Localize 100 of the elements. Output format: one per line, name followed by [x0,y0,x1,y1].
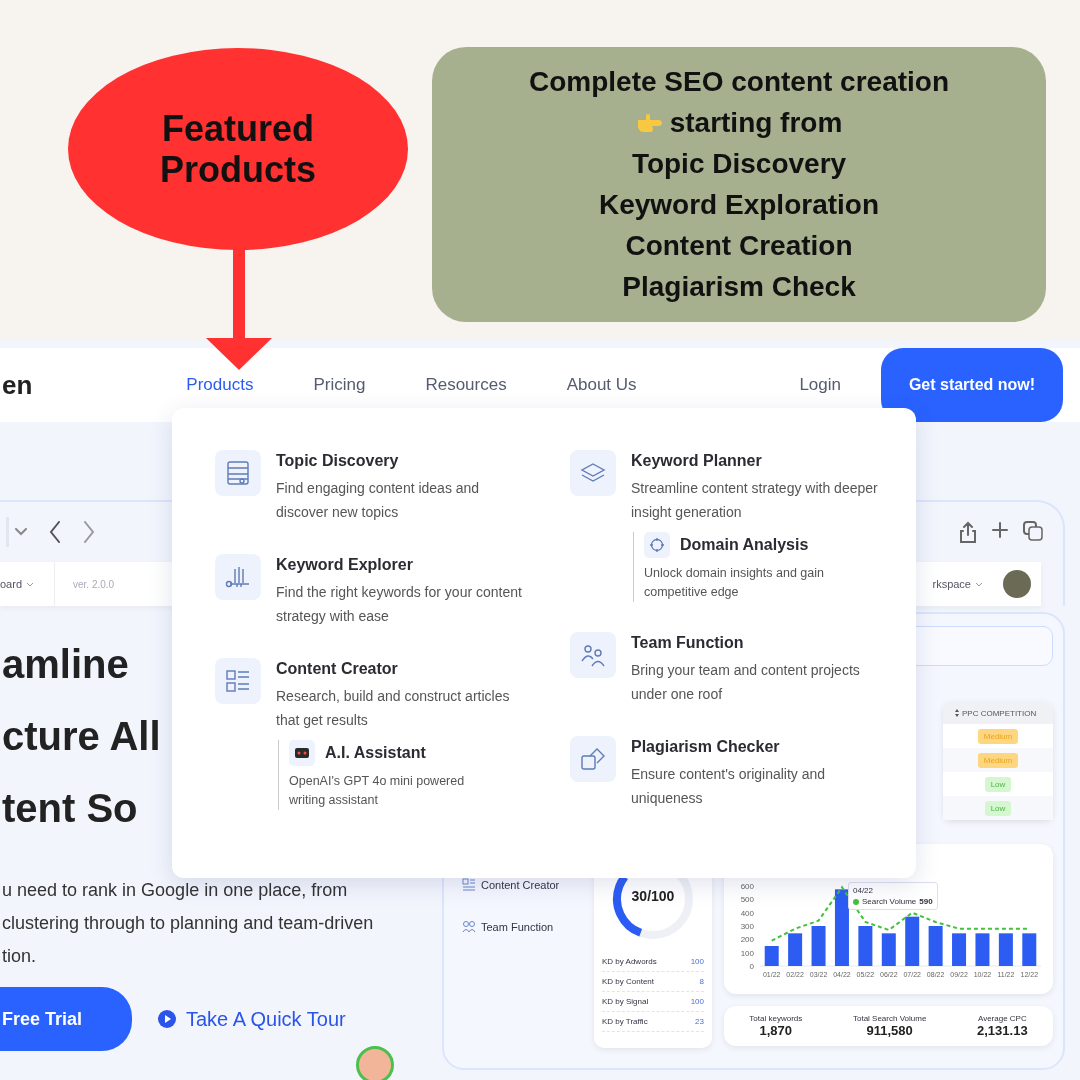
y-tick-label: 0 [749,962,754,971]
total-label: Total keywords [749,1014,803,1023]
total-label: Total Search Volume [852,1014,927,1023]
kd-label: KD by Signal [602,997,649,1006]
total-value: 2,131.13 [977,1023,1028,1038]
menu-item-title[interactable]: Plagiarism Checker [631,736,881,758]
total-label: Average CPC [977,1014,1027,1023]
note-heading: Complete SEO content creation [528,65,950,99]
nav-link[interactable]: Products [186,375,254,395]
menu-item-description: Bring your team and content projects under one roof [631,661,861,704]
hero-heading-line: cture All [1,713,161,760]
nav-link[interactable]: About Us [566,375,637,395]
forward-icon[interactable] [83,521,95,543]
sort-icon[interactable] [955,709,959,717]
menu-item-description: Find engaging content ideas and discover new topics [276,479,481,522]
competition-tag: Low [984,800,1012,816]
menu-subitem-title[interactable]: A.I. Assistant [325,742,426,764]
menu-item-description: Ensure content's originality and uniqueness [631,765,827,808]
chart-bar [811,926,826,966]
avatar-placeholder [356,1046,394,1080]
kd-label: KD by Adwords [602,957,657,966]
chart-bar [952,933,967,966]
menu-item-description: Research, build and construct articles that get results [276,687,511,730]
total-value: 911,580 [866,1023,913,1038]
tooltip-series-name: Search Volume [862,896,917,908]
table-icon [224,459,252,487]
workspace-label[interactable]: rkspace [932,578,971,590]
competition-tag: Medium [977,728,1019,744]
layout-icon [224,667,252,695]
note-step: Content Creation [625,227,853,265]
note-lead: starting from [669,106,843,140]
menu-item-title[interactable]: Topic Discovery [276,450,526,472]
hero-heading-line: tent So [1,785,138,832]
chart-bar [975,933,990,966]
hero-heading-line: amline [1,641,129,688]
menu-subitem-description: Unlock domain insights and gain competitive edge [644,565,825,601]
list-icon [462,878,476,892]
plus-icon[interactable] [991,521,1009,539]
copy-icon[interactable] [1023,521,1043,541]
chart-bar [998,933,1013,966]
menu-subitem-description: OpenAI's GPT 4o mini powered writing assistant [289,773,466,809]
login-link[interactable]: Login [799,375,841,395]
y-tick-label: 200 [740,935,754,945]
competition-tag: Medium [977,752,1019,768]
tooltip-value: 590 [919,896,933,908]
share-icon[interactable] [959,521,977,543]
kd-label: KD by Traffic [602,1017,648,1026]
team-icon [462,920,476,934]
menu-item-title[interactable]: Keyword Planner [631,450,881,472]
chart-bar [858,926,873,966]
note-step: Plagiarism Check [622,268,856,306]
robot-icon [294,745,310,761]
kd-value: 8 [699,977,704,986]
kd-value: 100 [690,997,704,1006]
chart-bar [764,946,779,966]
sidebar-item[interactable]: Team Function [462,920,594,934]
chevron-down-icon[interactable] [15,528,27,536]
hero-paragraph-line: clustering through to planning and team-driven [1,912,374,935]
logo-text[interactable]: en [2,369,33,401]
chart-bar [928,926,943,966]
free-trial-button[interactable]: Free Trial [0,987,132,1051]
chart-bar [788,933,803,966]
crosshair-icon [649,537,665,553]
note-step: Keyword Exploration [598,186,879,224]
menu-subitem-title[interactable]: Domain Analysis [680,534,809,556]
version-label: ver. 2.0.0 [72,578,115,590]
chart-bar [881,933,896,966]
play-icon [158,1010,176,1028]
hero-paragraph-line: u need to rank in Google in one place, from [1,879,348,902]
sidebar-item[interactable]: Content Creator [462,878,594,892]
callout-title: Featured Products [159,107,317,191]
score-value: 30/100 [630,888,676,904]
menu-item-description: Find the right keywords for your content strategy with ease [276,583,523,626]
chart-bar [905,916,920,966]
chevron-down-icon [26,581,35,587]
y-tick-label: 600 [740,882,754,891]
chevron-down-icon [975,581,983,587]
avatar-placeholder[interactable] [1003,570,1031,598]
menu-item-title[interactable]: Content Creator [276,658,526,680]
nav-link[interactable]: Resources [425,375,507,395]
total-value: 1,870 [759,1023,793,1038]
tour-link[interactable]: Take A Quick Tour [158,1007,346,1031]
nav-link[interactable]: Pricing [313,375,366,395]
menu-item-title[interactable]: Keyword Explorer [276,554,526,576]
y-tick-label: 500 [740,895,754,905]
back-icon[interactable] [49,521,61,543]
menu-item-title[interactable]: Team Function [631,632,881,654]
kd-value: 100 [690,957,704,966]
y-tick-label: 400 [740,908,754,918]
competition-tag: Low [984,776,1012,792]
menu-item-description: Streamline content strategy with deeper insight generation [631,479,879,522]
tooltip-date: 04/22 [853,885,875,897]
get-started-button[interactable]: Get started now! [881,348,1063,422]
y-tick-label: 100 [740,948,754,958]
note-step: Topic Discovery [631,145,847,183]
kd-label: KD by Content [602,977,655,986]
breadcrumb-label[interactable]: oard [0,578,23,590]
kd-value: 23 [695,1017,704,1026]
y-tick-label: 300 [740,922,754,931]
chart-bar [1022,933,1037,966]
